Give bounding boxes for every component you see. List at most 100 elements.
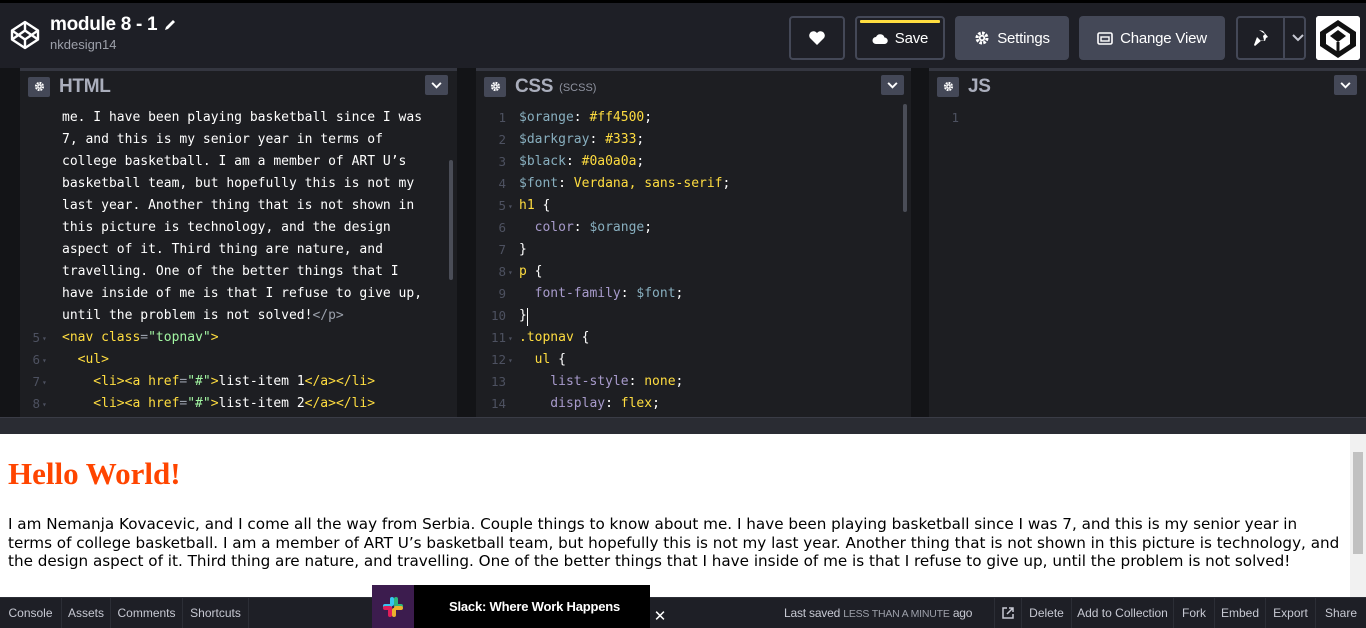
html-editor-scrollbar[interactable] <box>449 160 453 280</box>
pin-button[interactable] <box>1236 16 1306 60</box>
html-pane-header: HTML <box>20 68 457 102</box>
css-editor-scrollbar[interactable] <box>903 104 907 212</box>
code-line: <nav class="topnav"> <box>62 330 219 345</box>
code-token: $font <box>519 176 559 191</box>
embed-button[interactable]: Embed <box>1215 598 1266 628</box>
code-line: college basketball. I am a member of ART… <box>62 154 406 169</box>
fold-arrow-icon[interactable]: ▾ <box>42 356 47 365</box>
close-ad-button[interactable]: ✕ <box>650 604 670 628</box>
preview-scrollbar-thumb[interactable] <box>1353 452 1363 554</box>
pin-dropdown[interactable] <box>1292 18 1304 58</box>
shortcuts-button[interactable]: Shortcuts <box>183 598 249 628</box>
html-code-editor[interactable]: 5 ▾ 6 ▾ 7 ▾ 8 ▾ me. I have been playing basketba… <box>20 102 457 417</box>
html-settings-button[interactable] <box>28 76 50 97</box>
heart-button[interactable] <box>789 16 845 60</box>
fold-arrow-icon[interactable]: ▾ <box>42 378 47 387</box>
code-token: href <box>148 396 180 411</box>
js-pane-collapse-button[interactable] <box>1334 75 1357 95</box>
html-pane-collapse-button[interactable] <box>425 75 448 95</box>
settings-button[interactable]: Settings <box>955 16 1069 60</box>
code-token: { <box>526 264 543 279</box>
editor-area: HTML 5 ▾ 6 ▾ 7 ▾ 8 ▾ me. I have been playing bas… <box>0 68 1366 417</box>
code-token: #333 <box>605 132 637 147</box>
fold-arrow-icon[interactable]: ▾ <box>42 400 47 409</box>
fold-arrow-icon[interactable]: ▾ <box>508 268 513 277</box>
slack-logo-icon <box>372 585 414 628</box>
code-token: : <box>573 110 590 125</box>
pen-title[interactable]: module 8 - 1 <box>50 14 158 36</box>
pin-icon <box>1253 30 1268 46</box>
code-token: have inside of me is that I refuse to gi… <box>62 286 423 301</box>
slack-ad[interactable]: Slack: Where Work Happens <box>372 585 650 628</box>
chevron-down-icon <box>431 81 442 89</box>
pen-owner[interactable]: nkdesign14 <box>50 37 177 52</box>
code-token: $darkgray <box>519 132 590 147</box>
code-token: font-family <box>519 286 621 301</box>
code-token: $orange <box>589 220 645 235</box>
preview-scrollbar[interactable] <box>1350 434 1366 597</box>
code-token: href <box>148 374 180 389</box>
code-line: $darkgray: #333; <box>519 132 644 147</box>
css-settings-button[interactable] <box>484 76 506 97</box>
code-token: { <box>573 330 590 345</box>
gear-icon <box>975 31 989 45</box>
code-token: $black <box>519 154 566 169</box>
js-editor-pane: JS 1 <box>929 68 1366 417</box>
code-token: ; <box>644 110 653 125</box>
delete-button[interactable]: Delete <box>1022 598 1072 628</box>
share-button[interactable]: Share <box>1316 598 1366 628</box>
preview-frame[interactable]: Hello World! I am Nemanja Kovacevic, and… <box>0 434 1366 597</box>
code-token: h1 <box>519 198 535 213</box>
line-number: 9 <box>498 286 506 301</box>
avatar-image-icon <box>1316 16 1360 60</box>
line-number: 1 <box>498 110 506 125</box>
assets-button[interactable]: Assets <box>62 598 111 628</box>
css-pane-collapse-button[interactable] <box>881 75 904 95</box>
add-to-collection-button[interactable]: Add to Collection <box>1072 598 1174 628</box>
code-token: : <box>573 220 590 235</box>
code-line: basketball team, but hopefully this is n… <box>62 176 414 191</box>
fold-arrow-icon[interactable]: ▾ <box>42 334 47 343</box>
console-button[interactable]: Console <box>0 598 62 628</box>
line-number: 1 <box>951 110 959 125</box>
css-editor-pane: CSS (SCSS) 1 2 3 4 5 ▾ 6 7 8 ▾ 9 10 11 ▾ 12 ▾ 13 14 $orang… <box>476 68 911 417</box>
change-view-button[interactable]: Change View <box>1079 16 1225 60</box>
gear-icon <box>34 81 44 92</box>
js-code-editor[interactable]: 1 <box>929 102 1366 417</box>
code-line: $black: #0a0a0a; <box>519 154 644 169</box>
code-token: basketball team, but hopefully this is n… <box>62 176 415 191</box>
preview-resize-handle[interactable] <box>0 417 1366 434</box>
html-pane-tab: HTML <box>20 68 457 102</box>
save-button[interactable]: Save <box>855 16 945 60</box>
preview-paragraph: I am Nemanja Kovacevic, and I come all t… <box>8 515 1340 571</box>
line-number: 7 <box>32 374 40 389</box>
pin-toggle[interactable] <box>1238 18 1285 58</box>
code-token: ; <box>636 132 645 147</box>
chevron-down-icon <box>887 81 898 89</box>
js-settings-button[interactable] <box>937 76 959 97</box>
last-saved-status: Last saved LESS THAN A MINUTE ago <box>784 606 972 620</box>
fold-arrow-icon[interactable]: ▾ <box>508 334 513 343</box>
comments-button[interactable]: Comments <box>111 598 183 628</box>
export-button[interactable]: Export <box>1266 598 1316 628</box>
code-line: have inside of me is that I refuse to gi… <box>62 286 422 301</box>
code-token: class <box>101 330 141 345</box>
user-avatar[interactable] <box>1316 16 1360 60</box>
code-token: { <box>534 198 551 213</box>
code-token: = <box>140 330 149 345</box>
fold-arrow-icon[interactable]: ▾ <box>508 356 513 365</box>
last-saved-when: LESS THAN A MINUTE <box>843 608 950 620</box>
css-code-editor[interactable]: 1 2 3 4 5 ▾ 6 7 8 ▾ 9 10 11 ▾ 12 ▾ 13 14 $orange: #ff4500;… <box>476 102 911 417</box>
code-line: ul { <box>519 352 566 367</box>
pencil-icon[interactable] <box>163 18 177 32</box>
fork-button[interactable]: Fork <box>1174 598 1215 628</box>
gear-icon <box>490 81 500 92</box>
fold-arrow-icon[interactable]: ▾ <box>508 202 513 211</box>
code-token: : <box>558 176 574 191</box>
code-token: 7, and this is my senior year in terms o… <box>62 132 383 147</box>
open-external-button[interactable] <box>994 598 1022 628</box>
codepen-logo-icon[interactable] <box>9 19 41 51</box>
line-number: 14 <box>490 396 506 411</box>
code-token: list-item 1 <box>218 374 305 389</box>
slack-ad-text: Slack: Where Work Happens <box>449 599 621 614</box>
